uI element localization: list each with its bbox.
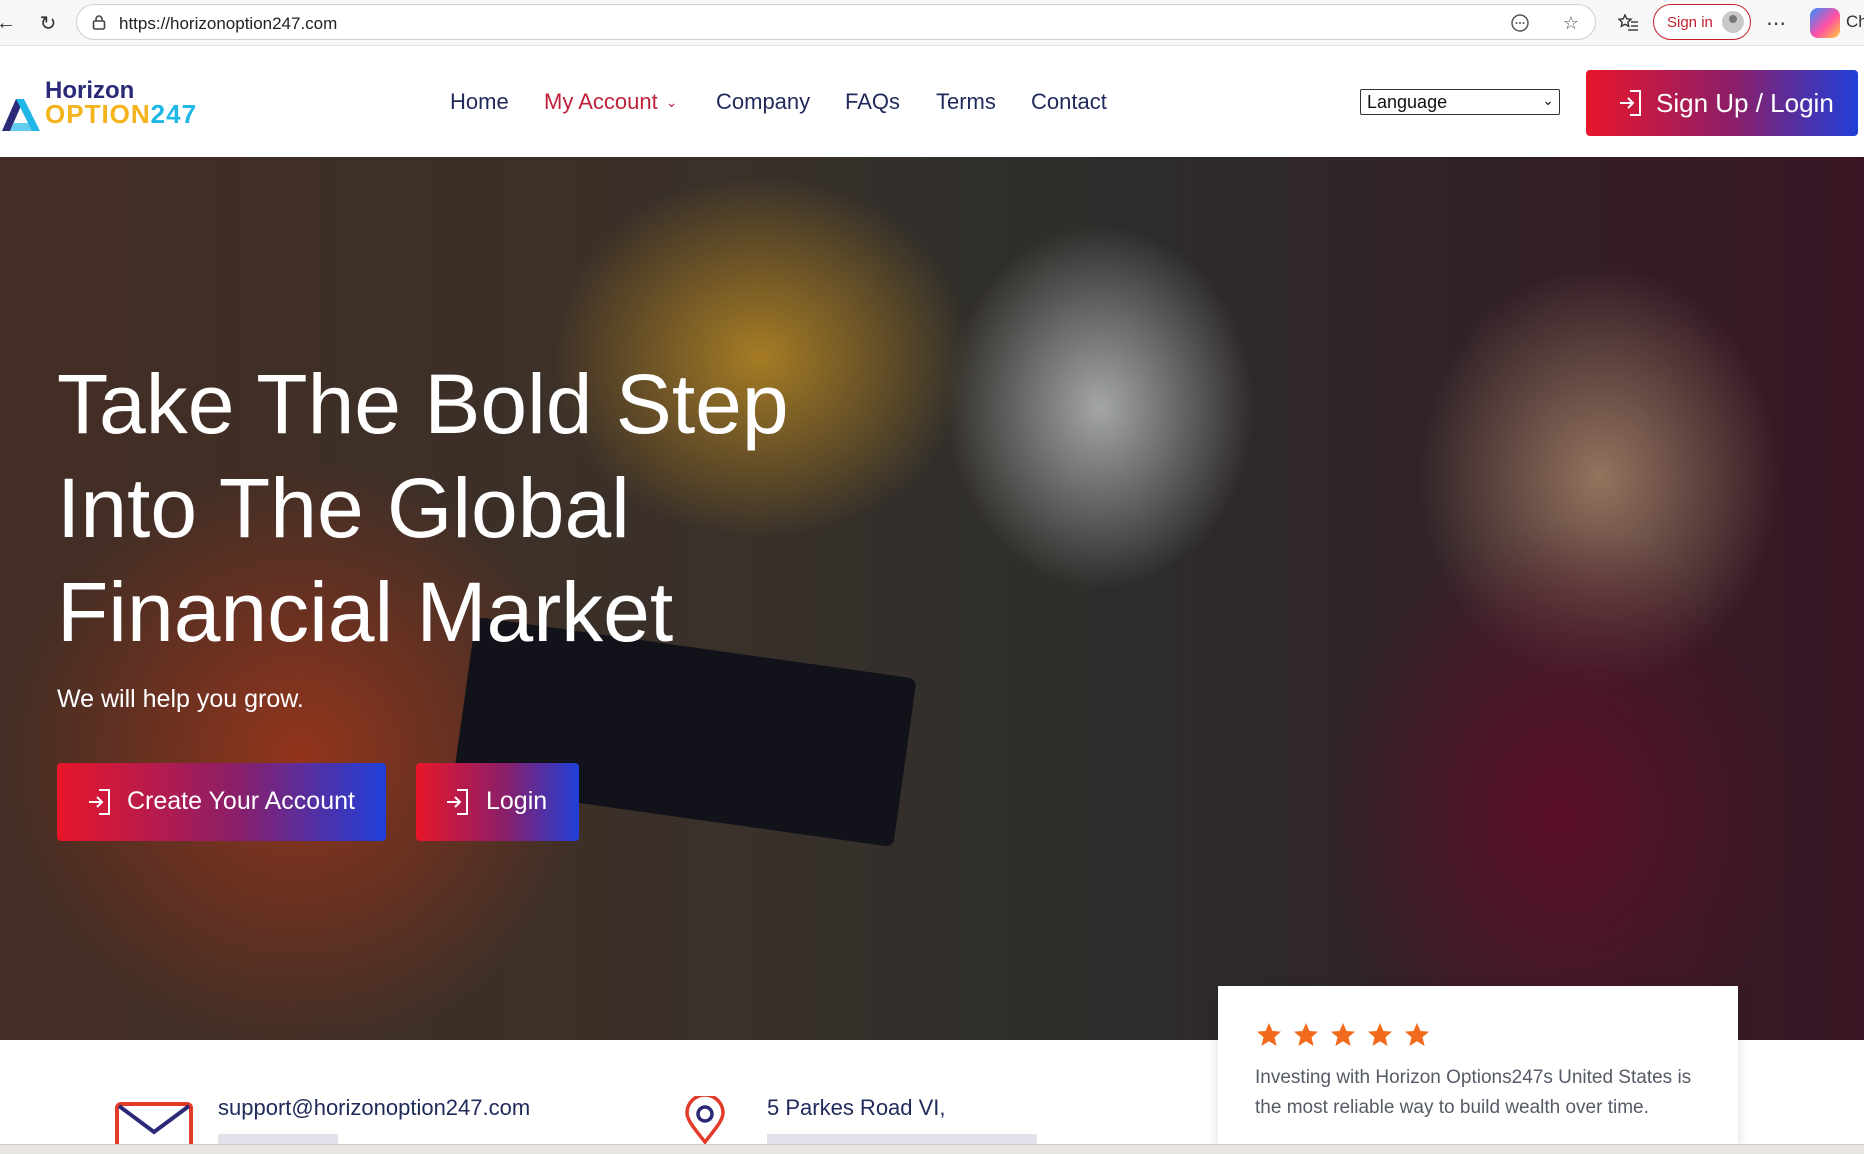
nav-contact[interactable]: Contact	[1031, 89, 1107, 115]
login-icon	[1620, 90, 1641, 116]
url-text[interactable]: https://horizonoption247.com	[119, 14, 337, 34]
language-select[interactable]: Language ⌄	[1360, 89, 1560, 115]
logo-text-option: OPTION	[45, 99, 151, 129]
copilot-icon[interactable]	[1810, 8, 1840, 38]
create-account-label: Create Your Account	[127, 787, 355, 815]
hero-title: Take The Bold Step Into The Global Finan…	[57, 352, 857, 664]
logo-mark-icon	[2, 99, 40, 131]
location-pin-icon	[685, 1096, 725, 1144]
nav-my-account[interactable]: My Account ⌄	[544, 89, 677, 115]
nav-my-account-label: My Account	[544, 89, 658, 114]
login-icon	[89, 789, 110, 815]
star-icon	[1257, 1023, 1281, 1046]
mail-icon	[115, 1102, 193, 1144]
nav-home[interactable]: Home	[450, 89, 509, 115]
reload-icon[interactable]: ↻	[34, 9, 62, 37]
info-text-faded	[218, 1134, 338, 1144]
chevron-down-icon: ⌄	[1542, 92, 1554, 108]
language-select-value: Language	[1367, 92, 1448, 112]
copilot-partial-label: Ch	[1846, 12, 1864, 31]
browser-sign-in-button[interactable]: Sign in	[1653, 4, 1751, 40]
favorites-icon[interactable]	[1614, 9, 1642, 37]
star-icon	[1368, 1023, 1392, 1046]
office-address: 5 Parkes Road VI,	[767, 1095, 946, 1120]
login-label: Login	[486, 787, 548, 815]
more-icon[interactable]: ⋯	[1762, 9, 1790, 37]
sign-in-label: Sign in	[1667, 14, 1713, 31]
star-icon	[1294, 1023, 1318, 1046]
support-email-link[interactable]: support@horizonoption247.com	[218, 1095, 530, 1121]
hero-title-line: Financial Market	[57, 565, 674, 659]
nav-company[interactable]: Company	[716, 89, 810, 115]
back-icon[interactable]: ←	[0, 9, 20, 37]
info-text-faded	[767, 1134, 1037, 1144]
nav-terms[interactable]: Terms	[936, 89, 996, 115]
chevron-down-icon: ⌄	[665, 94, 678, 110]
site-header: Horizon OPTION247 Home My Account ⌄ Compa…	[0, 47, 1864, 157]
logo-text-247: 247	[150, 99, 198, 129]
lock-icon[interactable]	[89, 12, 109, 32]
star-icon	[1405, 1023, 1429, 1046]
profile-icon	[1722, 11, 1744, 33]
nav-faqs[interactable]: FAQs	[845, 89, 900, 115]
review-card: Investing with Horizon Options247s Unite…	[1218, 986, 1738, 1144]
star-icon	[1331, 1023, 1355, 1046]
logo-text-option247: OPTION247	[45, 99, 197, 130]
signup-login-label: Sign Up / Login	[1656, 88, 1834, 118]
hero-title-line: Take The Bold Step	[57, 357, 789, 451]
favorite-star-icon[interactable]: ☆	[1559, 11, 1583, 35]
create-account-button[interactable]: Create Your Account	[57, 763, 386, 841]
login-icon	[447, 789, 468, 815]
hero-section: Take The Bold Step Into The Global Finan…	[0, 157, 1864, 1040]
review-text: Investing with Horizon Options247s Unite…	[1255, 1067, 1692, 1118]
hero-title-line: Into The Global	[57, 461, 630, 555]
address-bar[interactable]: https://horizonoption247.com ☆	[76, 4, 1596, 40]
login-button[interactable]: Login	[416, 763, 579, 841]
logo[interactable]: Horizon OPTION247	[0, 77, 200, 137]
reader-mode-icon[interactable]	[1508, 11, 1532, 35]
browser-toolbar: ← ↻ https://horizonoption247.com ☆ Sign …	[0, 0, 1864, 46]
window-bottom-edge	[0, 1144, 1864, 1154]
signup-login-button[interactable]: Sign Up / Login	[1586, 70, 1858, 136]
hero-subtitle: We will help you grow.	[57, 685, 304, 713]
